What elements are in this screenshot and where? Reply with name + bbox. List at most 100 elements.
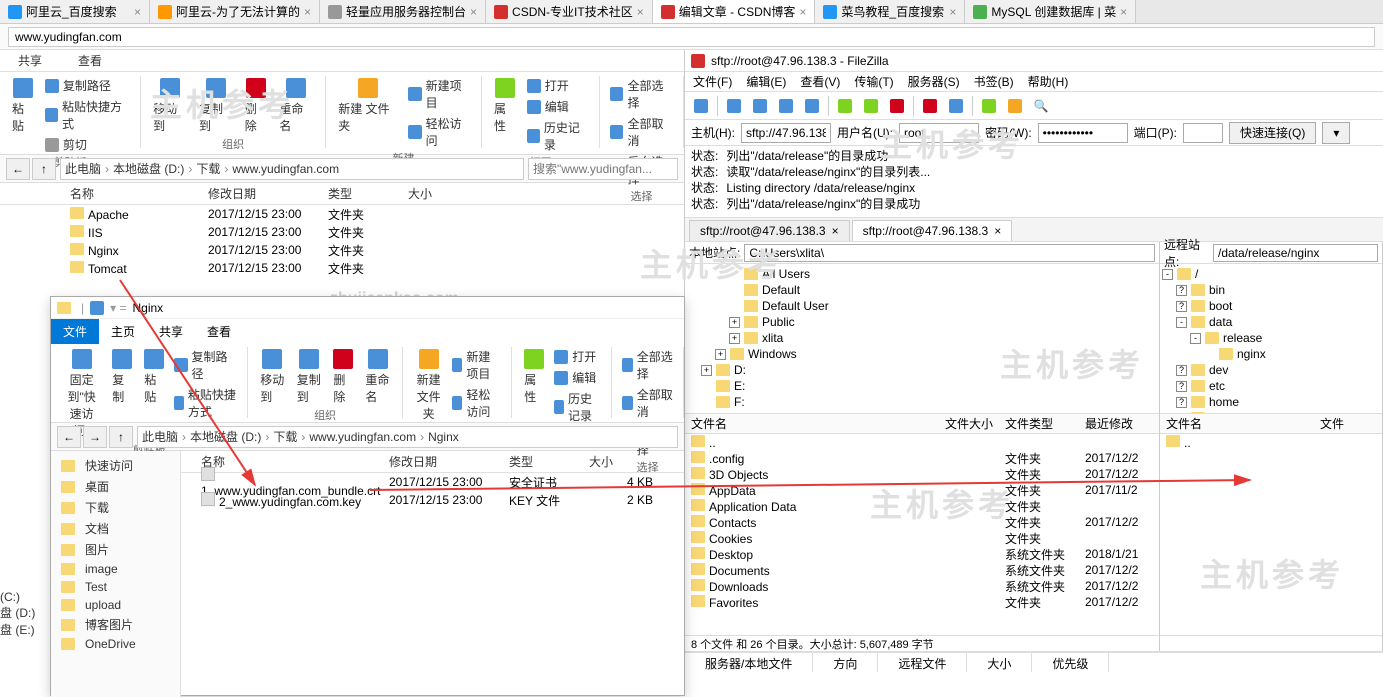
up-button[interactable]: ↑ (109, 426, 133, 448)
paste-shortcut-button[interactable]: 粘贴快捷方式 (43, 97, 132, 133)
breadcrumb-path[interactable]: 此电脑› 本地磁盘 (D:)› 下载› www.yudingfan.com› N… (137, 426, 678, 448)
toolbar-icon[interactable] (748, 94, 772, 118)
refresh-icon[interactable] (833, 94, 857, 118)
list-item[interactable]: .config文件夹2017/12/2 (685, 450, 1159, 466)
host-input[interactable] (741, 123, 831, 143)
list-item[interactable]: Apache2017/12/15 23:00文件夹 (0, 205, 684, 223)
copyto-button[interactable]: 复制到 (195, 76, 237, 136)
rename-button[interactable]: 重命名 (275, 76, 317, 136)
sidebar-item[interactable]: 桌面 (51, 476, 180, 497)
cancel-icon[interactable] (885, 94, 909, 118)
sidebar-item[interactable]: 文档 (51, 518, 180, 539)
tab-view[interactable]: 查看 (195, 319, 243, 344)
tab-share[interactable]: 共享 (147, 319, 195, 344)
cut-button[interactable]: 剪切 (43, 135, 132, 154)
list-item[interactable]: Cookies文件夹 (685, 530, 1159, 546)
tree-item[interactable]: +Public (687, 314, 1157, 330)
browser-tab[interactable]: 阿里云-为了无法计算的× (150, 0, 320, 23)
tree-item[interactable]: +Windows (687, 346, 1157, 362)
list-item[interactable]: .. (685, 434, 1159, 450)
copy-button[interactable]: 复制 (108, 347, 136, 407)
tree-item[interactable]: ?boot (1162, 298, 1380, 314)
tab-home[interactable]: 主页 (99, 319, 147, 344)
tree-item[interactable]: Default User (687, 298, 1157, 314)
browser-tab[interactable]: CSDN-专业IT技术社区× (486, 0, 653, 23)
toolbar-icon[interactable] (800, 94, 824, 118)
browser-tab[interactable]: 轻量应用服务器控制台× (320, 0, 486, 23)
tree-item[interactable]: ?bin (1162, 282, 1380, 298)
tree-item[interactable]: -/ (1162, 266, 1380, 282)
browser-tab[interactable]: 菜鸟教程_百度搜索× (815, 0, 965, 23)
list-item[interactable]: Desktop系统文件夹2018/1/21 (685, 546, 1159, 562)
col-size[interactable]: 大小 (400, 185, 480, 202)
list-item[interactable]: Contacts文件夹2017/12/2 (685, 514, 1159, 530)
close-icon[interactable]: × (134, 5, 141, 19)
list-item[interactable]: Favorites文件夹2017/12/2 (685, 594, 1159, 610)
history-button[interactable]: 历史记录 (525, 118, 591, 154)
close-icon[interactable]: × (1120, 5, 1127, 19)
search-input[interactable] (528, 158, 678, 180)
list-item[interactable]: Documents系统文件夹2017/12/2 (685, 562, 1159, 578)
breadcrumb-path[interactable]: 此电脑› 本地磁盘 (D:)› 下载› www.yudingfan.com (60, 158, 524, 180)
compare-icon[interactable] (1003, 94, 1027, 118)
menu-file[interactable]: 文件(F) (693, 73, 732, 90)
port-input[interactable] (1183, 123, 1223, 143)
tree-item[interactable]: +D: (687, 362, 1157, 378)
tree-item[interactable]: All Users (687, 266, 1157, 282)
browser-tab[interactable]: 编辑文章 - CSDN博客× (653, 0, 816, 23)
close-icon[interactable]: × (994, 224, 1001, 238)
col-name[interactable]: 名称 (0, 185, 200, 202)
properties-button[interactable]: 属性 (490, 76, 521, 136)
close-icon[interactable]: × (470, 5, 477, 19)
open-button[interactable]: 打开 (525, 76, 591, 95)
password-input[interactable] (1038, 123, 1128, 143)
menu-server[interactable]: 服务器(S) (908, 73, 960, 90)
user-input[interactable] (899, 123, 979, 143)
edit-button[interactable]: 编辑 (525, 97, 591, 116)
col-type[interactable]: 类型 (320, 185, 400, 202)
remote-path-input[interactable] (1213, 244, 1378, 262)
selectall-button[interactable]: 全部选择 (608, 76, 675, 112)
sitemanager-icon[interactable] (689, 94, 713, 118)
local-tree[interactable]: All UsersDefaultDefault User+Public+xlit… (685, 264, 1159, 414)
tree-item[interactable]: +xlita (687, 330, 1157, 346)
copy-path-button[interactable]: 复制路径 (43, 76, 132, 95)
menu-view[interactable]: 查看(V) (800, 73, 840, 90)
list-item[interactable]: Nginx2017/12/15 23:00文件夹 (0, 241, 684, 259)
close-icon[interactable]: × (832, 224, 839, 238)
sidebar-item[interactable]: 下载 (51, 497, 180, 518)
moveto-button[interactable]: 移动到 (149, 76, 191, 136)
find-icon[interactable]: 🔍 (1029, 94, 1053, 118)
filter-icon[interactable] (977, 94, 1001, 118)
remote-tree[interactable]: -/?bin?boot-data-releasenginx?dev?etc?ho… (1160, 264, 1382, 414)
sidebar-item[interactable]: upload (51, 596, 180, 614)
browser-tab[interactable]: MySQL 创建数据库 | 菜× (965, 0, 1136, 23)
close-icon[interactable]: × (949, 5, 956, 19)
sidebar-item[interactable]: Test (51, 578, 180, 596)
col-date[interactable]: 修改日期 (200, 185, 320, 202)
tree-item[interactable]: ?etc (1162, 378, 1380, 394)
menu-transfer[interactable]: 传输(T) (854, 73, 893, 90)
tree-item[interactable]: -release (1162, 330, 1380, 346)
quickconnect-button[interactable]: 快速连接(Q) (1229, 122, 1316, 144)
tab-file[interactable]: 文件 (51, 319, 99, 344)
menu-edit[interactable]: 编辑(E) (746, 73, 786, 90)
back-button[interactable]: ← (6, 158, 30, 180)
up-button[interactable]: ↑ (32, 158, 56, 180)
sidebar-item[interactable]: 快速访问 (51, 455, 180, 476)
delete-button[interactable]: 删除 (241, 76, 272, 136)
tree-item[interactable]: nginx (1162, 346, 1380, 362)
menu-bookmark[interactable]: 书签(B) (974, 73, 1014, 90)
dropdown-button[interactable]: ▾ (1322, 122, 1350, 144)
newfolder-button[interactable]: 新建 文件夹 (334, 76, 402, 136)
browser-tab[interactable]: 阿里云_百度搜索× (0, 0, 150, 23)
tree-item[interactable]: ?dev (1162, 362, 1380, 378)
toolbar-icon[interactable] (859, 94, 883, 118)
newitem-button[interactable]: 新建项目 (406, 76, 473, 112)
tree-item[interactable]: -data (1162, 314, 1380, 330)
back-button[interactable]: ← (57, 426, 81, 448)
close-icon[interactable]: × (799, 5, 806, 19)
menu-help[interactable]: 帮助(H) (1028, 73, 1069, 90)
reconnect-icon[interactable] (944, 94, 968, 118)
sidebar-item[interactable]: image (51, 560, 180, 578)
